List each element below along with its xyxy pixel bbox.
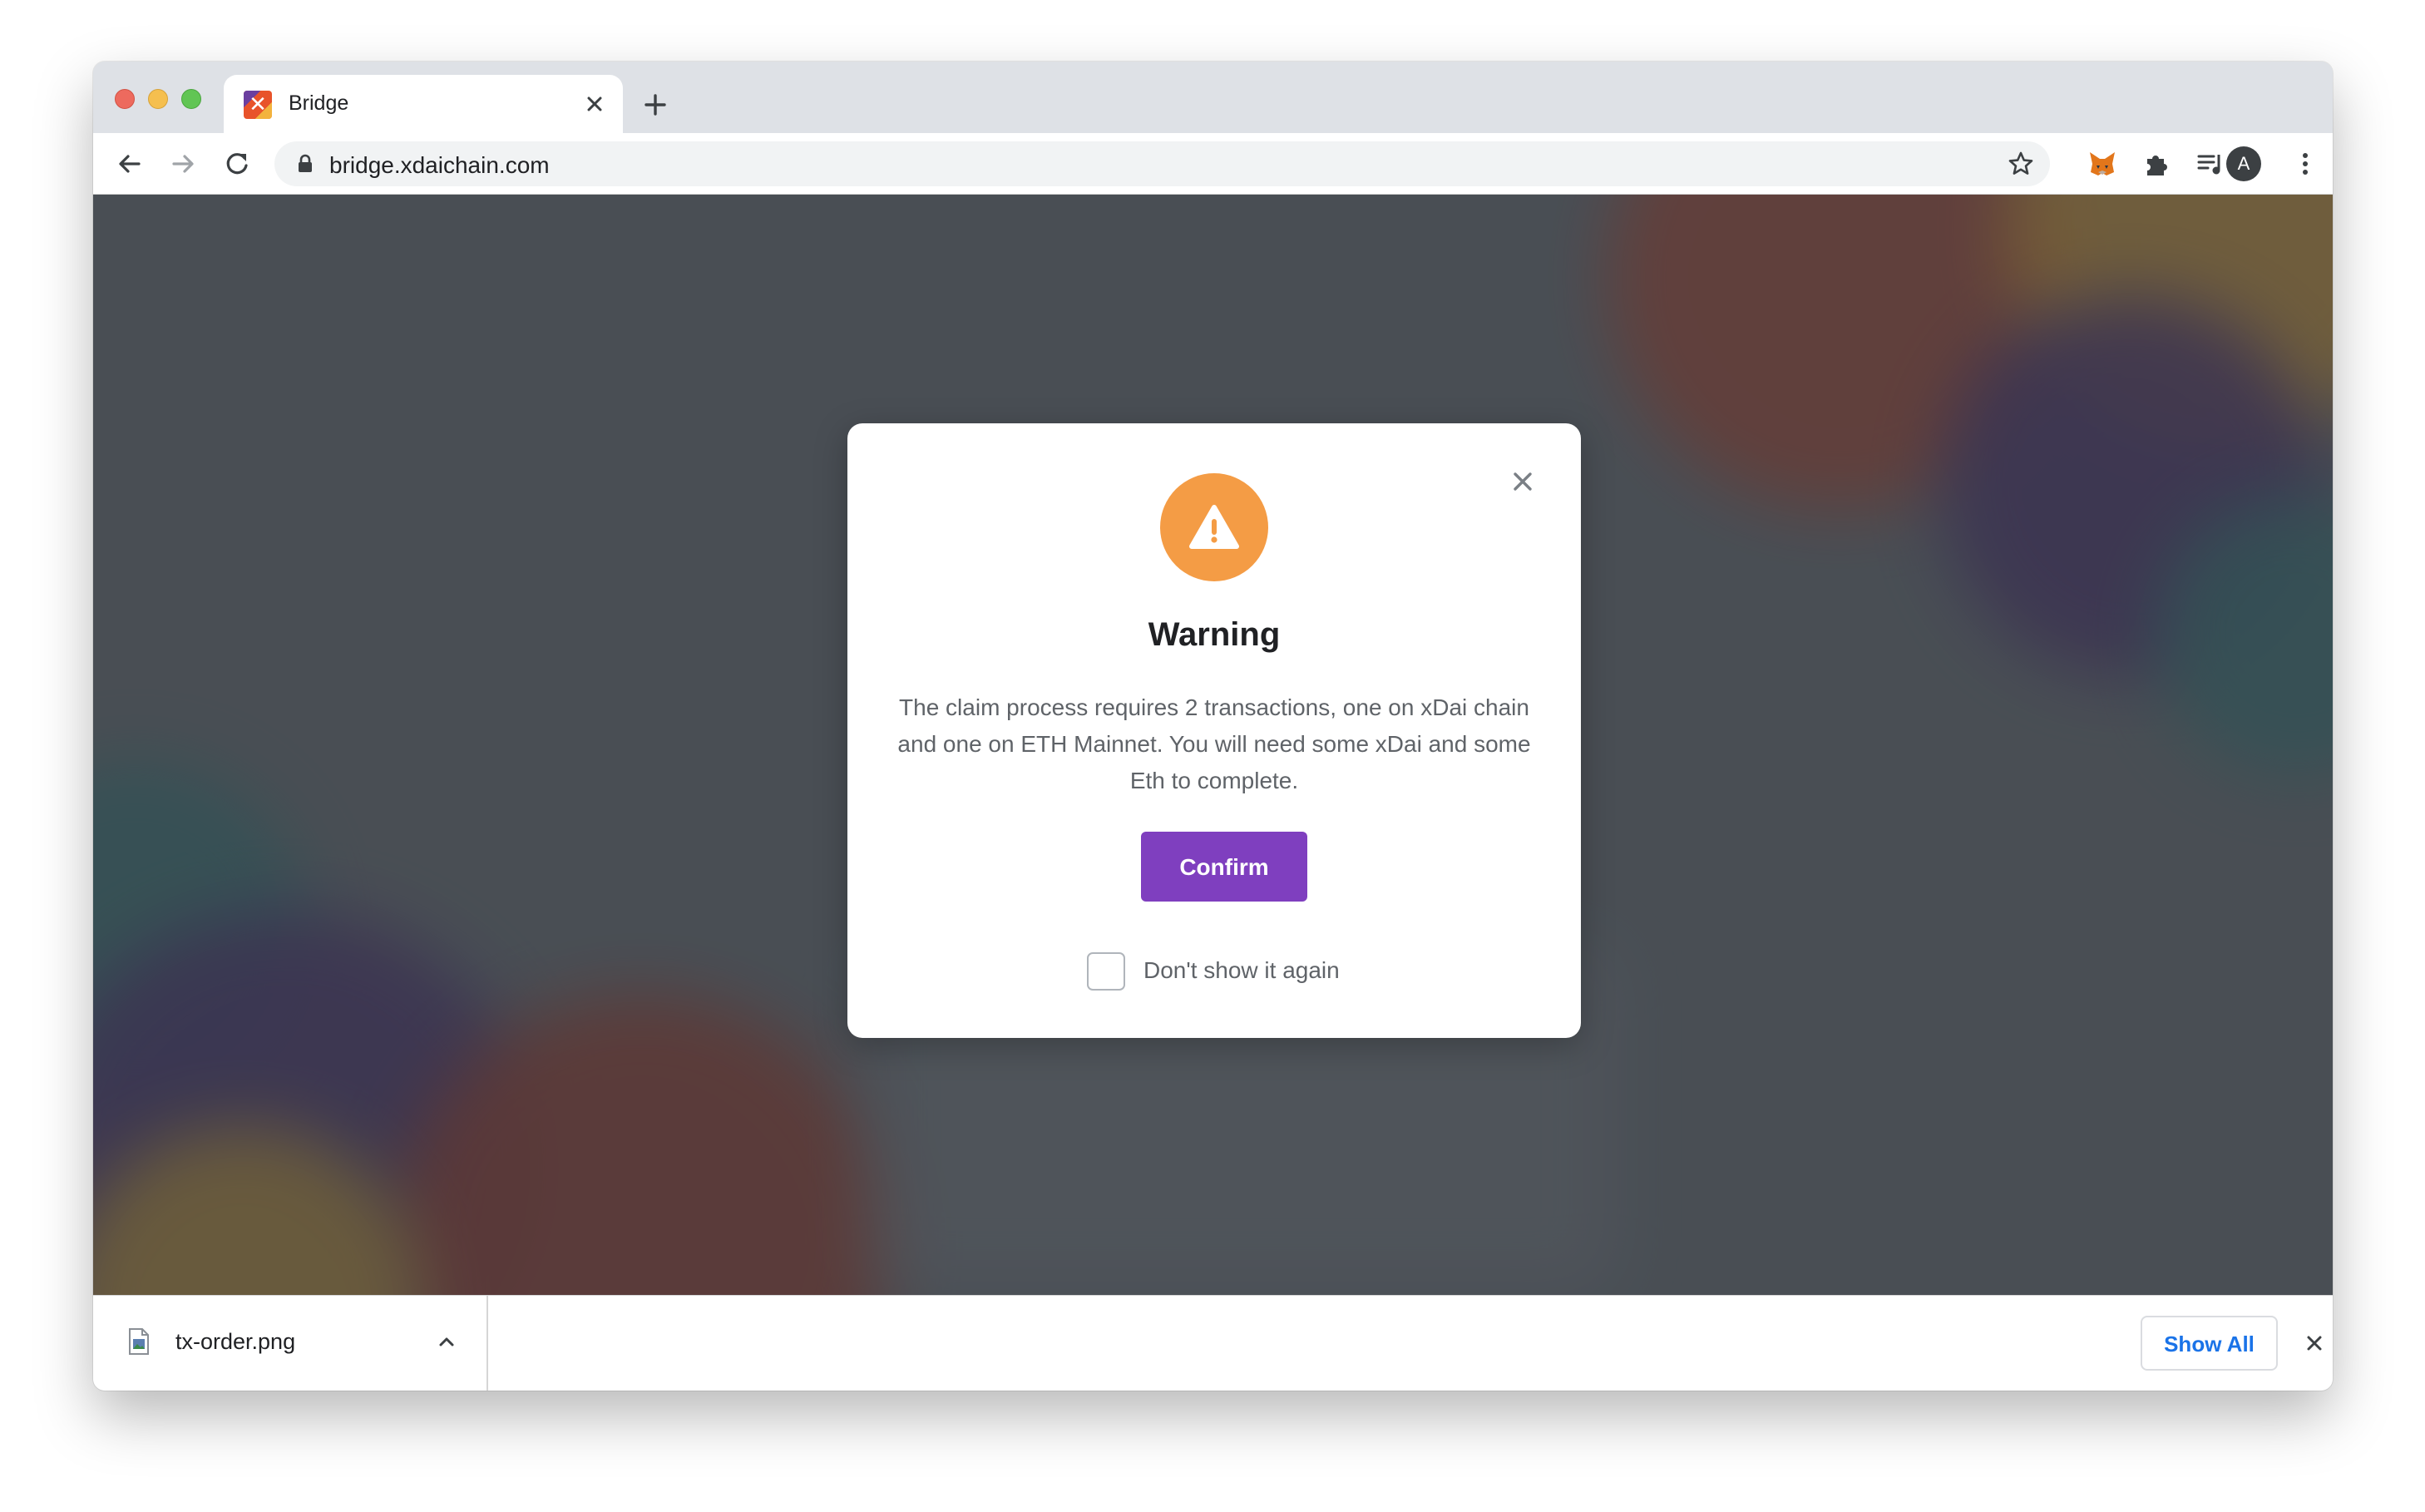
tab-close-icon[interactable] (580, 89, 610, 119)
browser-toolbar: bridge.xdaichain.com A (93, 133, 2333, 195)
metamask-fox-icon[interactable] (2086, 147, 2119, 180)
window-close-button[interactable] (115, 89, 135, 109)
tab-strip: Bridge (93, 62, 2333, 133)
warning-dialog: Warning The claim process requires 2 tra… (847, 423, 1581, 1038)
media-queue-icon[interactable] (2194, 147, 2227, 180)
dialog-title: Warning (1148, 616, 1281, 653)
reload-icon[interactable] (220, 147, 254, 180)
tab-title: Bridge (289, 91, 349, 115)
bookmark-star-icon[interactable] (2007, 150, 2035, 178)
url-text[interactable]: bridge.xdaichain.com (329, 152, 550, 179)
warning-icon (1160, 473, 1268, 581)
window-minimize-button[interactable] (148, 89, 168, 109)
dialog-message: The claim process requires 2 transaction… (897, 694, 1531, 793)
browser-window: Bridge bridge.xdaichain.com (93, 62, 2333, 1391)
address-bar[interactable]: bridge.xdaichain.com (274, 141, 2050, 186)
close-icon[interactable] (1508, 467, 1538, 497)
chevron-up-icon[interactable] (434, 1329, 459, 1354)
download-shelf: tx-order.png Show All (93, 1295, 2333, 1391)
extensions-puzzle-icon[interactable] (2141, 147, 2174, 180)
profile-avatar[interactable]: A (2226, 146, 2261, 181)
lock-icon[interactable] (294, 153, 316, 175)
new-tab-plus-icon[interactable] (639, 88, 672, 121)
image-file-icon (128, 1327, 150, 1356)
dont-show-again-checkbox[interactable] (1087, 952, 1125, 991)
close-download-bar-icon[interactable] (2300, 1329, 2329, 1357)
dont-show-again-label[interactable]: Don't show it again (1143, 957, 1340, 984)
back-arrow-icon[interactable] (113, 147, 146, 180)
page-content: Warning The claim process requires 2 tra… (93, 195, 2333, 1295)
kebab-menu-icon[interactable] (2289, 147, 2322, 180)
tab-bridge[interactable]: Bridge (224, 75, 623, 133)
show-all-button[interactable]: Show All (2141, 1316, 2278, 1371)
window-zoom-button[interactable] (181, 89, 201, 109)
download-file-name[interactable]: tx-order.png (175, 1329, 295, 1355)
bridge-favicon-icon (244, 91, 272, 119)
confirm-button[interactable]: Confirm (1141, 832, 1307, 902)
forward-arrow-icon[interactable] (166, 147, 200, 180)
download-item[interactable]: tx-order.png (93, 1296, 488, 1391)
